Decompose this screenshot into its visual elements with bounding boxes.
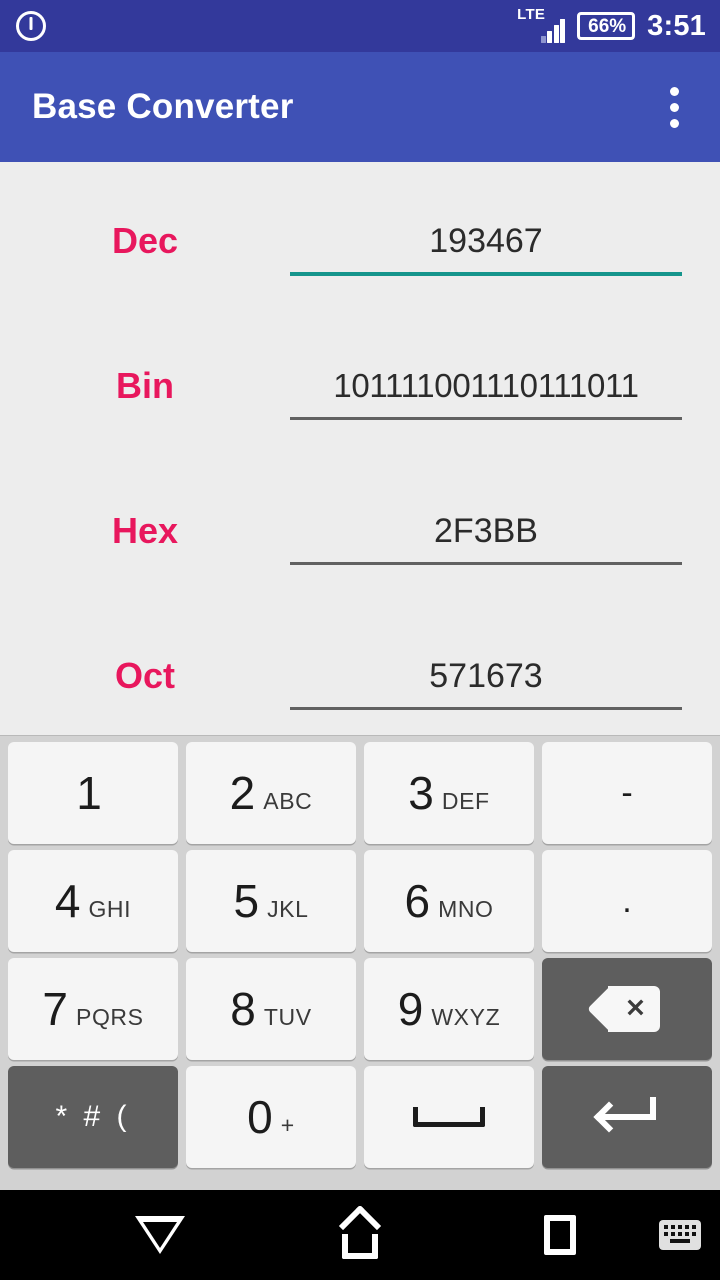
field-underline-bin bbox=[290, 417, 682, 420]
field-input-bin[interactable]: 101111001110111011 bbox=[290, 355, 700, 420]
key-7-letters: PQRS bbox=[76, 1004, 144, 1030]
key-5-digit: 5 bbox=[233, 875, 260, 927]
battery-percent-label: 66% bbox=[588, 15, 627, 37]
field-label-bin: Bin bbox=[116, 365, 174, 406]
backspace-icon: ✕ bbox=[587, 985, 660, 1033]
enter-icon bbox=[593, 1097, 656, 1137]
keyboard-row-3: 7 PQRS 8 TUV 9 WXYZ ✕ bbox=[4, 958, 716, 1060]
field-row-dec: Dec 193467 bbox=[0, 210, 720, 290]
key-symbols-label: * # ( bbox=[55, 1100, 131, 1133]
field-input-hex[interactable]: 2F3BB bbox=[290, 500, 700, 565]
power-circle-icon bbox=[16, 11, 46, 41]
status-bar-clock: 3:51 bbox=[647, 9, 706, 42]
key-3-digit: 3 bbox=[408, 767, 434, 819]
recents-square-icon bbox=[544, 1215, 576, 1255]
nav-keyboard-button[interactable] bbox=[659, 1220, 701, 1250]
key-5[interactable]: 5 JKL bbox=[186, 850, 356, 952]
keyboard-row-1: 1 2 ABC 3 DEF - bbox=[4, 742, 716, 844]
key-period[interactable]: . bbox=[542, 850, 712, 952]
key-8-digit: 8 bbox=[230, 983, 256, 1035]
keyboard-icon bbox=[659, 1220, 701, 1250]
key-7-digit: 7 bbox=[42, 983, 68, 1035]
space-icon bbox=[413, 1107, 485, 1127]
converter-form: Dec 193467 Bin 101111001110111011 Hex 2F… bbox=[0, 162, 720, 722]
system-navigation-bar bbox=[0, 1190, 720, 1280]
key-9-letters: WXYZ bbox=[431, 1004, 501, 1030]
field-underline-hex bbox=[290, 562, 682, 565]
key-4-digit: 4 bbox=[54, 875, 81, 927]
phone-screen: LTE 66% 3:51 Base Converter Dec 193467 B… bbox=[0, 0, 720, 1280]
home-icon bbox=[336, 1204, 384, 1259]
key-8-letters: TUV bbox=[263, 1004, 312, 1030]
field-label-dec: Dec bbox=[111, 220, 179, 261]
field-underline-dec bbox=[290, 272, 682, 276]
field-value-oct: 571673 bbox=[429, 657, 543, 695]
key-7[interactable]: 7 PQRS bbox=[8, 958, 178, 1060]
key-0-digit: 0 bbox=[247, 1091, 273, 1143]
page-title: Base Converter bbox=[32, 87, 294, 126]
key-6[interactable]: 6 MNO bbox=[364, 850, 534, 952]
key-9[interactable]: 9 WXYZ bbox=[364, 958, 534, 1060]
key-2-letters: ABC bbox=[263, 788, 313, 814]
key-6-letters: MNO bbox=[438, 896, 494, 922]
key-8[interactable]: 8 TUV bbox=[186, 958, 356, 1060]
field-input-oct[interactable]: 571673 bbox=[290, 645, 700, 710]
field-underline-oct bbox=[290, 707, 682, 710]
key-space[interactable] bbox=[364, 1066, 534, 1168]
key-1[interactable]: 1 bbox=[8, 742, 178, 844]
field-row-hex: Hex 2F3BB bbox=[0, 500, 720, 580]
key-0-letters: + bbox=[280, 1112, 295, 1138]
key-2[interactable]: 2 ABC bbox=[186, 742, 356, 844]
field-value-bin: 101111001110111011 bbox=[333, 367, 639, 404]
status-bar: LTE 66% 3:51 bbox=[0, 0, 720, 52]
field-value-dec: 193467 bbox=[429, 222, 543, 260]
field-input-dec[interactable]: 193467 bbox=[290, 210, 700, 276]
nav-back-button[interactable] bbox=[135, 1216, 185, 1254]
signal-bars-icon: LTE bbox=[517, 6, 566, 46]
key-minus-label: - bbox=[621, 774, 633, 812]
field-label-hex: Hex bbox=[111, 510, 179, 551]
nav-home-button[interactable] bbox=[336, 1204, 384, 1259]
status-bar-left bbox=[16, 11, 517, 41]
key-3-letters: DEF bbox=[441, 788, 490, 814]
field-label-oct: Oct bbox=[114, 655, 175, 696]
nav-recents-button[interactable] bbox=[544, 1215, 576, 1255]
key-4[interactable]: 4 GHI bbox=[8, 850, 178, 952]
field-row-bin: Bin 101111001110111011 bbox=[0, 355, 720, 435]
field-value-hex: 2F3BB bbox=[434, 512, 538, 550]
app-bar: Base Converter bbox=[0, 52, 720, 162]
key-minus[interactable]: - bbox=[542, 742, 712, 844]
back-triangle-icon bbox=[135, 1216, 185, 1254]
battery-indicator: 66% bbox=[577, 12, 636, 40]
keyboard-row-2: 4 GHI 5 JKL 6 MNO . bbox=[4, 850, 716, 952]
numeric-keyboard: 1 2 ABC 3 DEF - 4 GHI 5 JKL 6 MNO . 7 PQ… bbox=[0, 735, 720, 1190]
key-2-digit: 2 bbox=[229, 767, 256, 819]
key-period-label: . bbox=[622, 882, 632, 920]
key-1-digit: 1 bbox=[76, 767, 102, 819]
key-backspace[interactable]: ✕ bbox=[542, 958, 712, 1060]
key-0[interactable]: 0 + bbox=[186, 1066, 356, 1168]
key-9-digit: 9 bbox=[397, 983, 424, 1035]
keyboard-row-4: * # ( 0 + bbox=[4, 1066, 716, 1168]
key-6-digit: 6 bbox=[404, 875, 431, 927]
status-bar-right: LTE 66% 3:51 bbox=[517, 6, 706, 46]
key-enter[interactable] bbox=[542, 1066, 712, 1168]
more-vertical-icon[interactable] bbox=[650, 77, 698, 137]
key-3[interactable]: 3 DEF bbox=[364, 742, 534, 844]
field-row-oct: Oct 571673 bbox=[0, 645, 720, 725]
key-symbols[interactable]: * # ( bbox=[8, 1066, 178, 1168]
key-4-letters: GHI bbox=[88, 896, 132, 922]
key-5-letters: JKL bbox=[267, 896, 309, 922]
